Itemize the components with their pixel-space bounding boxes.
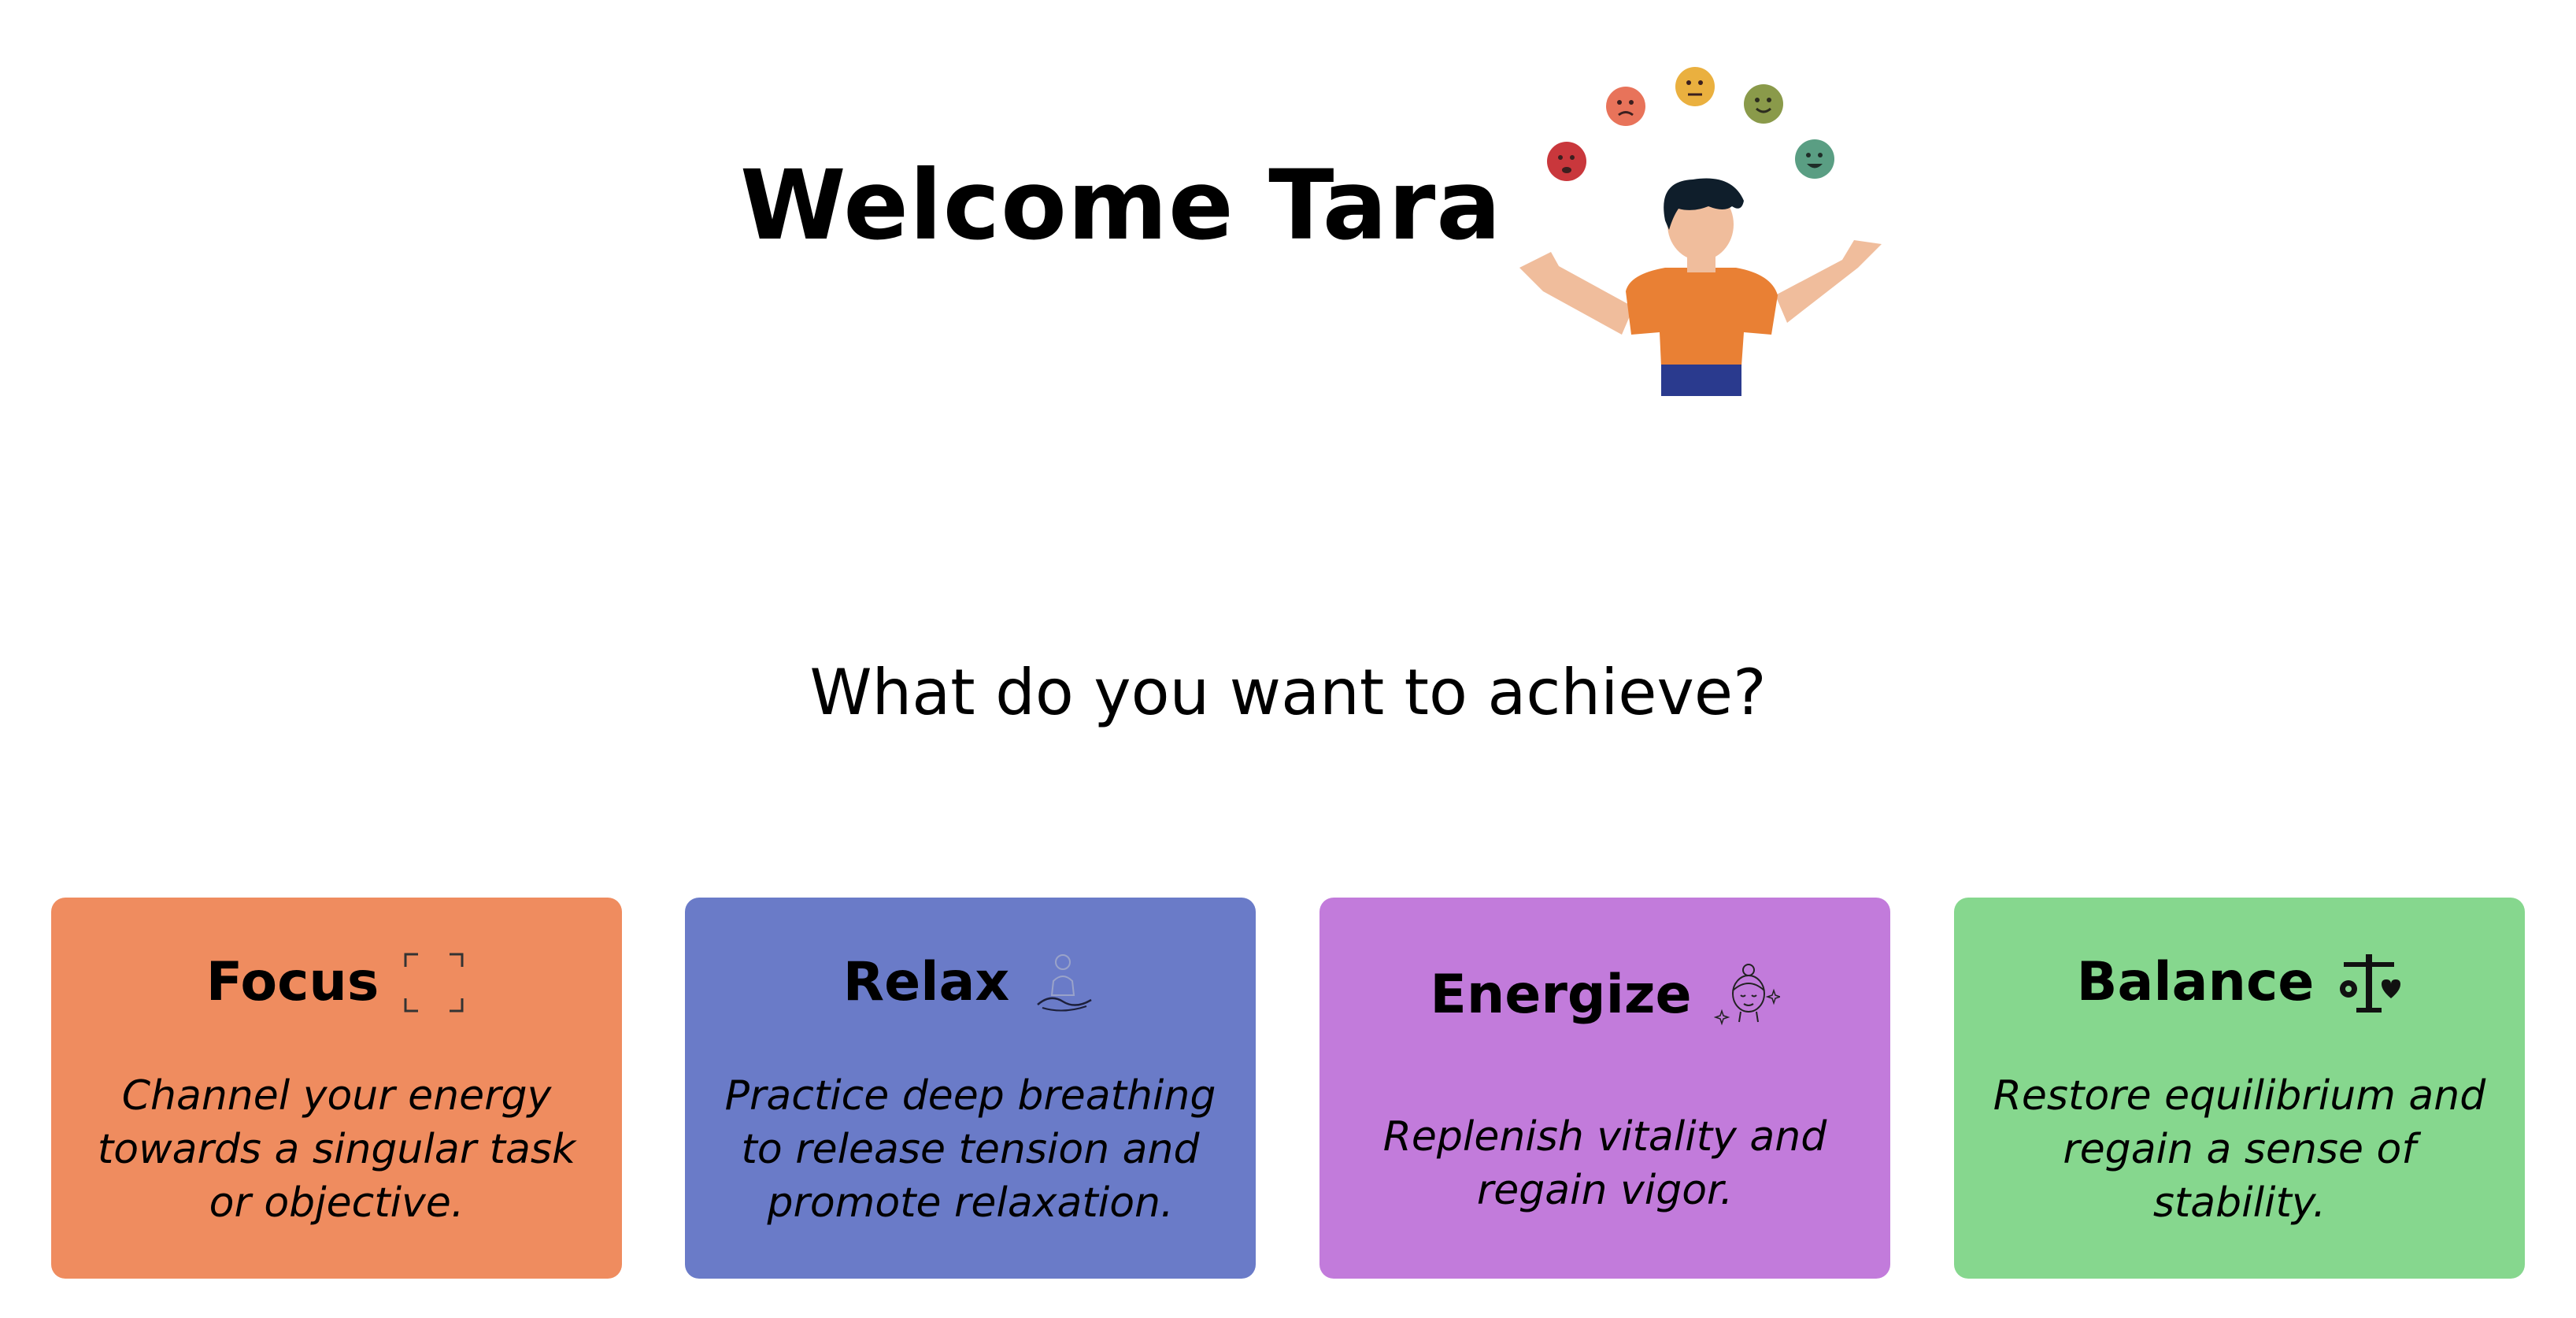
focus-card[interactable]: Focus Channel your energy towards a sing… (51, 898, 622, 1279)
relax-title: Relax (842, 951, 1010, 1013)
refreshed-face-icon (1713, 962, 1780, 1028)
balance-card[interactable]: Balance Restore equilibrium and regain a… (1954, 898, 2525, 1279)
balance-title: Balance (2076, 951, 2315, 1013)
focus-frame-icon (401, 950, 467, 1016)
sad-face-icon (1547, 142, 1586, 181)
energize-title: Energize (1430, 964, 1692, 1026)
person-figure (1519, 178, 1882, 396)
energize-card[interactable]: Energize Replenish vitality and regain v… (1319, 898, 1890, 1279)
hero-illustration (1519, 67, 1882, 396)
content-face-icon (1744, 84, 1783, 124)
question-heading: What do you want to achieve? (809, 656, 1767, 729)
focus-title: Focus (205, 951, 379, 1013)
focus-description: Channel your energy towards a singular t… (97, 1072, 576, 1227)
neutral-face-icon (1675, 67, 1715, 106)
relax-description: Practice deep breathing to release tensi… (724, 1072, 1216, 1227)
welcome-title: Welcome Tara (740, 150, 1502, 261)
happy-face-icon (1795, 139, 1834, 179)
meditation-icon (1031, 950, 1097, 1016)
balance-description: Restore equilibrium and regain a sense o… (1993, 1072, 2486, 1227)
balance-scale-icon (2336, 950, 2402, 1016)
energize-description: Replenish vitality and regain vigor. (1382, 1113, 1827, 1214)
relax-card[interactable]: Relax Practice deep breathing to release… (685, 898, 1256, 1279)
unhappy-face-icon (1606, 87, 1645, 126)
